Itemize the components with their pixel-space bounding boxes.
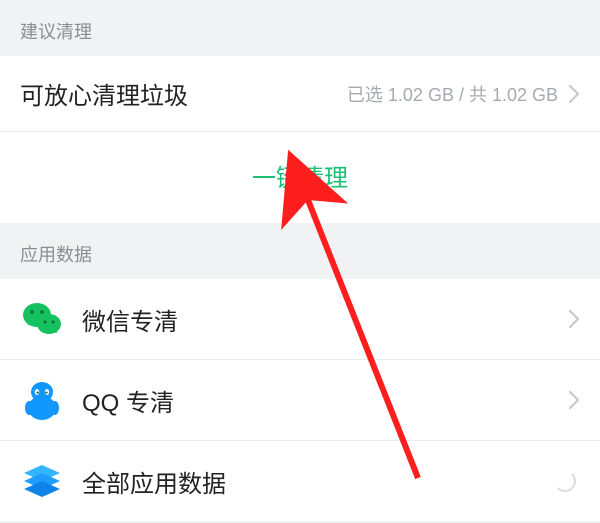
app-row-qq[interactable]: QQ 专清 (0, 360, 600, 441)
qq-icon (20, 378, 64, 422)
safe-clean-status: 已选 1.02 GB / 共 1.02 GB (188, 81, 558, 107)
one-key-clean-button[interactable]: 一键清理 (0, 132, 600, 223)
chevron-right-icon (568, 390, 580, 410)
chevron-right-icon (568, 84, 580, 104)
safe-clean-row[interactable]: 可放心清理垃圾 已选 1.02 GB / 共 1.02 GB (0, 56, 600, 132)
suggest-card: 可放心清理垃圾 已选 1.02 GB / 共 1.02 GB 一键清理 (0, 56, 600, 223)
app-row-wechat[interactable]: 微信专清 (0, 279, 600, 360)
appdata-card: 微信专清 QQ 专清 (0, 279, 600, 521)
section-header-suggest: 建议清理 (0, 0, 600, 56)
chevron-right-icon (568, 309, 580, 329)
loading-spinner-icon (554, 470, 576, 492)
section-header-appdata: 应用数据 (0, 223, 600, 279)
app-row-all-appdata[interactable]: 全部应用数据 (0, 441, 600, 521)
wechat-icon (20, 297, 64, 341)
stack-icon (20, 459, 64, 503)
safe-clean-title: 可放心清理垃圾 (20, 76, 188, 111)
app-label-wechat: 微信专清 (82, 302, 568, 337)
one-key-clean-label: 一键清理 (252, 165, 348, 192)
app-label-all: 全部应用数据 (82, 464, 554, 499)
app-label-qq: QQ 专清 (82, 383, 568, 418)
